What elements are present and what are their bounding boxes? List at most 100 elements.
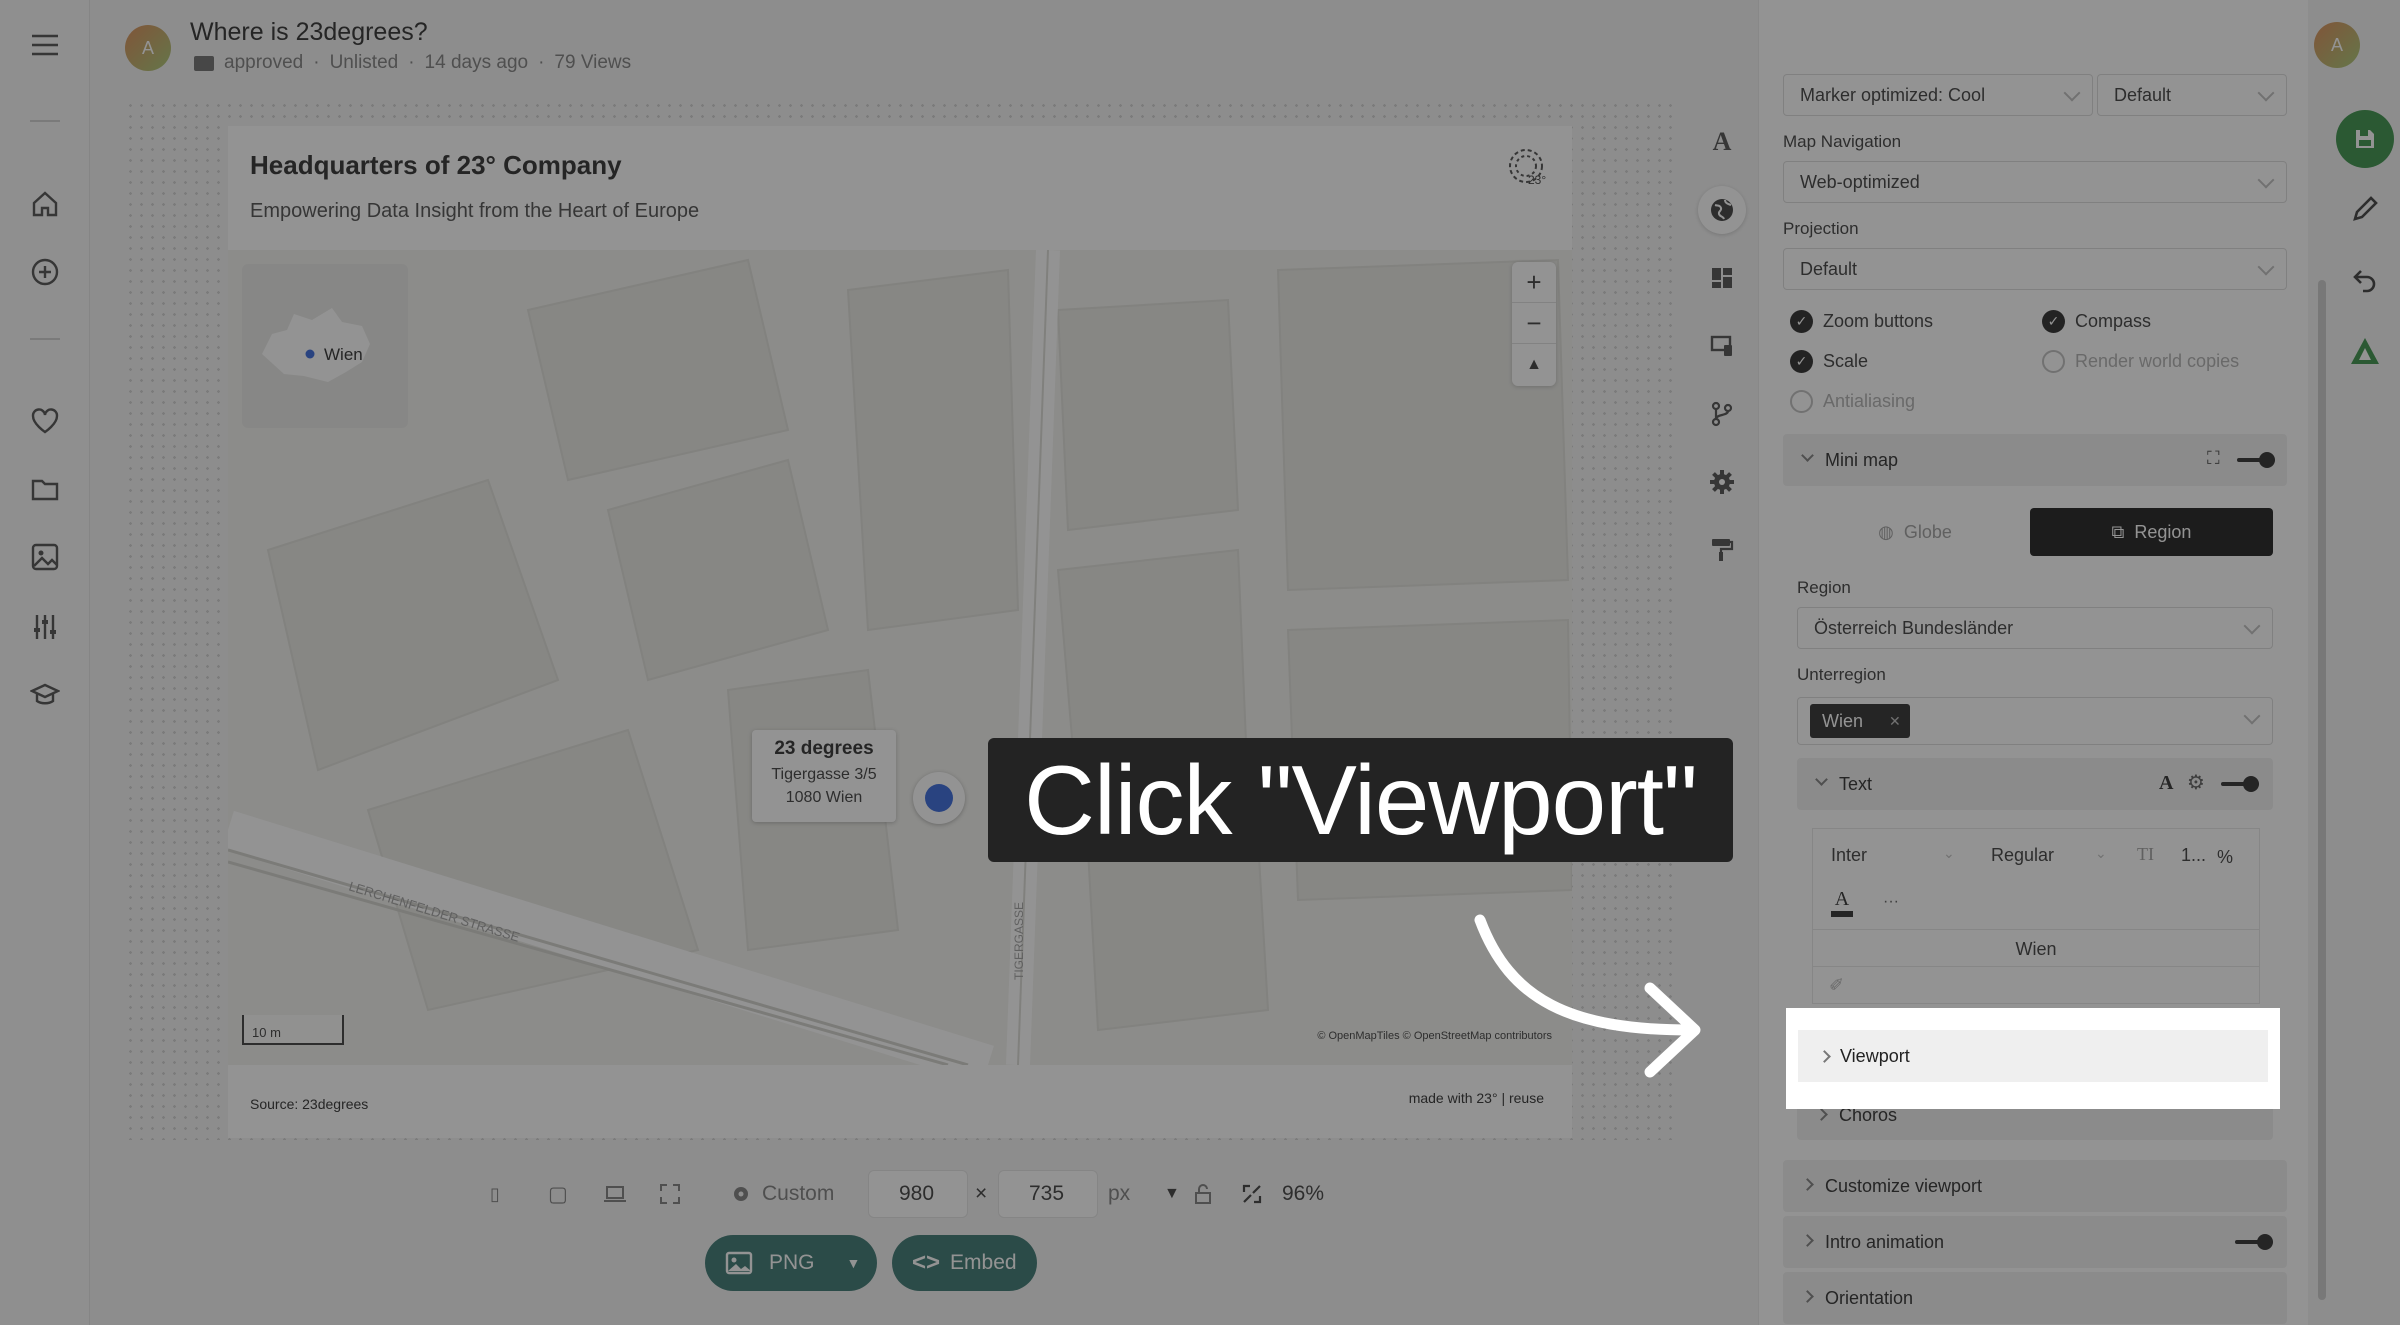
meta-separator: · [408, 52, 415, 73]
age-label: 14 days ago [424, 52, 529, 73]
image-icon [725, 1251, 753, 1275]
antialiasing-checkbox[interactable]: Antialiasing [1790, 390, 1915, 413]
document-title[interactable]: Where is 23degrees? [190, 18, 428, 47]
lock-ratio-icon[interactable] [1194, 1170, 1212, 1218]
marker-style-select[interactable]: Marker optimized: Cool [1783, 74, 2093, 116]
more-icon[interactable]: ··· [1883, 893, 1899, 911]
chip-remove-icon[interactable]: ✕ [1889, 713, 1901, 730]
minimap-section-header[interactable]: Mini map ⛶ [1783, 434, 2287, 486]
font-weight-select[interactable]: Regular [1991, 845, 2054, 866]
unit-dropdown-icon[interactable]: ▼ [1164, 1170, 1180, 1218]
chevron-down-icon[interactable]: ▼ [847, 1255, 861, 1271]
undo-icon[interactable] [2336, 250, 2394, 308]
map-streets: LERCHENFELDER STRASSE TIGERGASSE [228, 250, 1572, 1065]
png-export-button[interactable]: PNG ▼ [705, 1235, 877, 1291]
device-preview-icon[interactable] [1698, 322, 1746, 370]
unchecked-icon [1790, 390, 1813, 413]
font-family-select[interactable]: Inter [1831, 845, 1867, 866]
zoom-in-button[interactable]: + [1512, 262, 1556, 303]
card-subtitle[interactable]: Empowering Data Insight from the Heart o… [250, 200, 699, 223]
location-marker[interactable] [913, 772, 965, 824]
device-tablet-icon[interactable]: ▢ [548, 1170, 568, 1218]
panel-scrollbar[interactable] [2318, 280, 2326, 1300]
embed-label: Embed [950, 1251, 1017, 1274]
frame-icon[interactable]: ⛶ [2207, 448, 2220, 469]
customize-viewport-header[interactable]: Customize viewport [1783, 1160, 2287, 1212]
folder-icon[interactable] [24, 468, 66, 510]
intro-animation-toggle[interactable] [2235, 1234, 2273, 1250]
vienna-shape: Wien [262, 308, 370, 382]
subregion-label: Unterregion [1797, 665, 1886, 684]
tab-label: Region [2134, 521, 2192, 542]
region-tab[interactable]: ⧉ Region [2030, 508, 2273, 556]
section-label: Mini map [1825, 449, 1899, 470]
minimap-toggle[interactable] [2237, 452, 2275, 468]
scale-checkbox[interactable]: ✓ Scale [1790, 350, 1868, 373]
card-title[interactable]: Headquarters of 23° Company [250, 150, 622, 181]
device-laptop-icon[interactable] [603, 1170, 627, 1218]
popup-street: Tigergasse 3/5 [771, 766, 877, 783]
gear-icon[interactable]: ⚙ [2187, 770, 2205, 795]
home-icon[interactable] [24, 183, 66, 225]
marker-variant-select[interactable]: Default [2097, 74, 2287, 116]
paint-roller-icon[interactable] [1698, 526, 1746, 574]
fullscreen-icon[interactable] [660, 1170, 680, 1218]
gear-icon [734, 1187, 748, 1201]
orientation-header[interactable]: Orientation [1783, 1272, 2287, 1324]
globe-tab[interactable]: ◍ Globe [1795, 508, 2035, 556]
menu-icon[interactable] [24, 24, 66, 66]
add-icon[interactable] [24, 251, 66, 293]
check-icon: ✓ [1790, 350, 1813, 373]
preset-selector[interactable]: Custom [730, 1170, 834, 1218]
height-input[interactable]: 735 [998, 1170, 1098, 1218]
sliders-icon[interactable] [24, 606, 66, 648]
zoom-out-button[interactable]: − [1512, 303, 1556, 344]
branch-tool-icon[interactable] [1698, 390, 1746, 438]
brand-icon[interactable] [2336, 322, 2394, 380]
marker-popup[interactable]: 23 degrees Tigergasse 3/5 1080 Wien [752, 730, 896, 822]
style-eraser-icon[interactable]: ✐ [1829, 975, 1844, 996]
map-scale: 10 m [242, 1015, 344, 1045]
zoom-level: 96% [1282, 1182, 1325, 1205]
layout-tool-icon[interactable] [1698, 254, 1746, 302]
text-tool-icon[interactable]: A [1698, 118, 1746, 166]
font-size-input[interactable]: 1... [2181, 845, 2206, 866]
user-avatar[interactable]: A [2314, 22, 2360, 68]
compass-button[interactable]: ▲ [1512, 344, 1556, 385]
projection-select[interactable]: Default [1783, 248, 2287, 290]
fit-icon[interactable] [1242, 1170, 1262, 1218]
projection-label: Projection [1783, 219, 1859, 238]
minimap[interactable]: Wien [242, 264, 408, 428]
region-select[interactable]: Österreich Bundesländer [1797, 607, 2273, 649]
globe-tool-icon[interactable] [1698, 186, 1746, 234]
tutorial-callout: Click "Viewport" [988, 738, 1733, 862]
text-toggle[interactable] [2221, 776, 2259, 792]
zoom-buttons-checkbox[interactable]: ✓ Zoom buttons [1790, 310, 1933, 333]
save-button[interactable] [2336, 110, 2394, 168]
map-card: Headquarters of 23° Company Empowering D… [228, 126, 1572, 1138]
map-navigation-select[interactable]: Web-optimized [1783, 161, 2287, 203]
folder-label[interactable]: approved [224, 52, 303, 74]
text-section-header[interactable]: Text A ⚙ [1797, 758, 2273, 810]
compass-checkbox[interactable]: ✓ Compass [2042, 310, 2151, 333]
edit-pencil-icon[interactable] [2336, 180, 2394, 238]
render-world-copies-checkbox[interactable]: Render world copies [2042, 350, 2239, 373]
chevron-down-icon [2063, 84, 2081, 102]
text-color-icon[interactable]: A [1831, 889, 1853, 917]
viewport-section-header[interactable]: Viewport [1798, 1030, 2268, 1082]
embed-button[interactable]: <> Embed [892, 1235, 1037, 1291]
font-icon[interactable]: A [2159, 772, 2173, 795]
settings-gear-icon[interactable] [1698, 458, 1746, 506]
graduation-cap-icon[interactable] [24, 674, 66, 716]
map-view[interactable]: LERCHENFELDER STRASSE TIGERGASSE Wien + … [228, 250, 1572, 1065]
image-icon[interactable] [24, 536, 66, 578]
width-input[interactable]: 980 [868, 1170, 968, 1218]
device-phone-icon[interactable]: ▯ [490, 1170, 500, 1218]
text-value-field[interactable]: Wien [1813, 929, 2259, 967]
subregion-chip[interactable]: Wien ✕ [1810, 704, 1910, 738]
chevron-down-icon [2257, 258, 2275, 276]
intro-animation-header[interactable]: Intro animation [1783, 1216, 2287, 1268]
chevron-down-icon: ⌄ [1943, 845, 1955, 861]
heart-icon[interactable] [24, 400, 66, 442]
author-avatar[interactable]: A [125, 25, 171, 71]
